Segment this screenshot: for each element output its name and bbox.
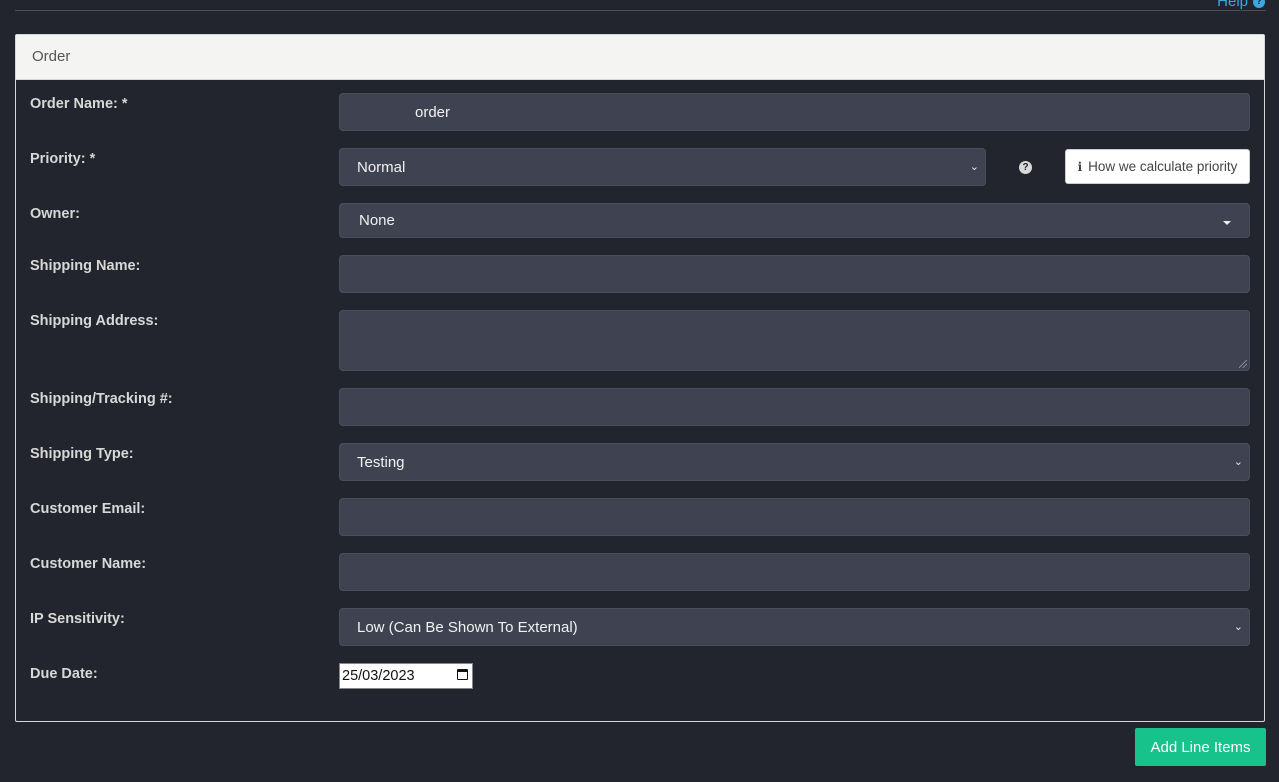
- owner-select[interactable]: None: [339, 203, 1250, 238]
- priority-label: Priority: *: [30, 151, 96, 167]
- chevron-down-icon: ⌄: [969, 161, 979, 174]
- order-name-input[interactable]: order: [339, 93, 1250, 131]
- priority-value: Normal: [357, 158, 406, 176]
- ip-sensitivity-select[interactable]: Low (Can Be Shown To External) ⌄: [339, 608, 1250, 646]
- owner-value: None: [359, 212, 395, 229]
- due-date-value: 25/03/2023: [342, 668, 415, 684]
- question-circle-icon[interactable]: ?: [1019, 161, 1032, 174]
- tracking-label: Shipping/Tracking #:: [30, 391, 173, 407]
- order-name-value: order: [415, 103, 451, 121]
- order-name-label: Order Name: *: [30, 96, 128, 112]
- shipping-name-label: Shipping Name:: [30, 258, 141, 274]
- tracking-input[interactable]: [339, 388, 1250, 426]
- how-we-calculate-priority-button[interactable]: i How we calculate priority: [1065, 149, 1250, 184]
- shipping-type-label: Shipping Type:: [30, 446, 134, 462]
- shipping-type-select[interactable]: Testing ⌄: [339, 443, 1250, 481]
- chevron-down-icon: ⌄: [1233, 621, 1243, 634]
- add-line-items-button[interactable]: Add Line Items: [1135, 728, 1266, 766]
- customer-email-input[interactable]: [339, 498, 1250, 536]
- info-icon: i: [1077, 159, 1083, 174]
- calendar-icon[interactable]: [457, 669, 468, 680]
- ip-sensitivity-value: Low (Can Be Shown To External): [357, 618, 578, 636]
- panel-title: Order: [16, 35, 1264, 80]
- priority-select[interactable]: Normal ⌄: [339, 148, 986, 186]
- owner-label: Owner:: [30, 206, 80, 222]
- due-date-label: Due Date:: [30, 666, 98, 682]
- shipping-type-value: Testing: [357, 453, 405, 471]
- top-divider: [15, 10, 1266, 11]
- order-panel: Order Order Name: * order Priority: * No…: [15, 34, 1265, 722]
- shipping-address-label: Shipping Address:: [30, 313, 159, 329]
- shipping-address-textarea[interactable]: [339, 310, 1250, 371]
- ip-sensitivity-label: IP Sensitivity:: [30, 611, 125, 627]
- caret-down-icon: [1223, 221, 1231, 225]
- customer-name-label: Customer Name:: [30, 556, 147, 572]
- chevron-down-icon: ⌄: [1233, 456, 1243, 469]
- add-line-items-label: Add Line Items: [1150, 738, 1251, 756]
- question-circle-icon: ?: [1253, 0, 1265, 8]
- resize-grip-icon[interactable]: [1239, 360, 1247, 368]
- due-date-input[interactable]: 25/03/2023: [339, 663, 473, 689]
- customer-name-input[interactable]: [339, 553, 1250, 591]
- shipping-name-input[interactable]: [339, 255, 1250, 293]
- calc-button-label: How we calculate priority: [1088, 159, 1238, 174]
- help-label: Help: [1217, 0, 1248, 10]
- customer-email-label: Customer Email:: [30, 501, 146, 517]
- help-link[interactable]: Help ?: [1217, 0, 1265, 10]
